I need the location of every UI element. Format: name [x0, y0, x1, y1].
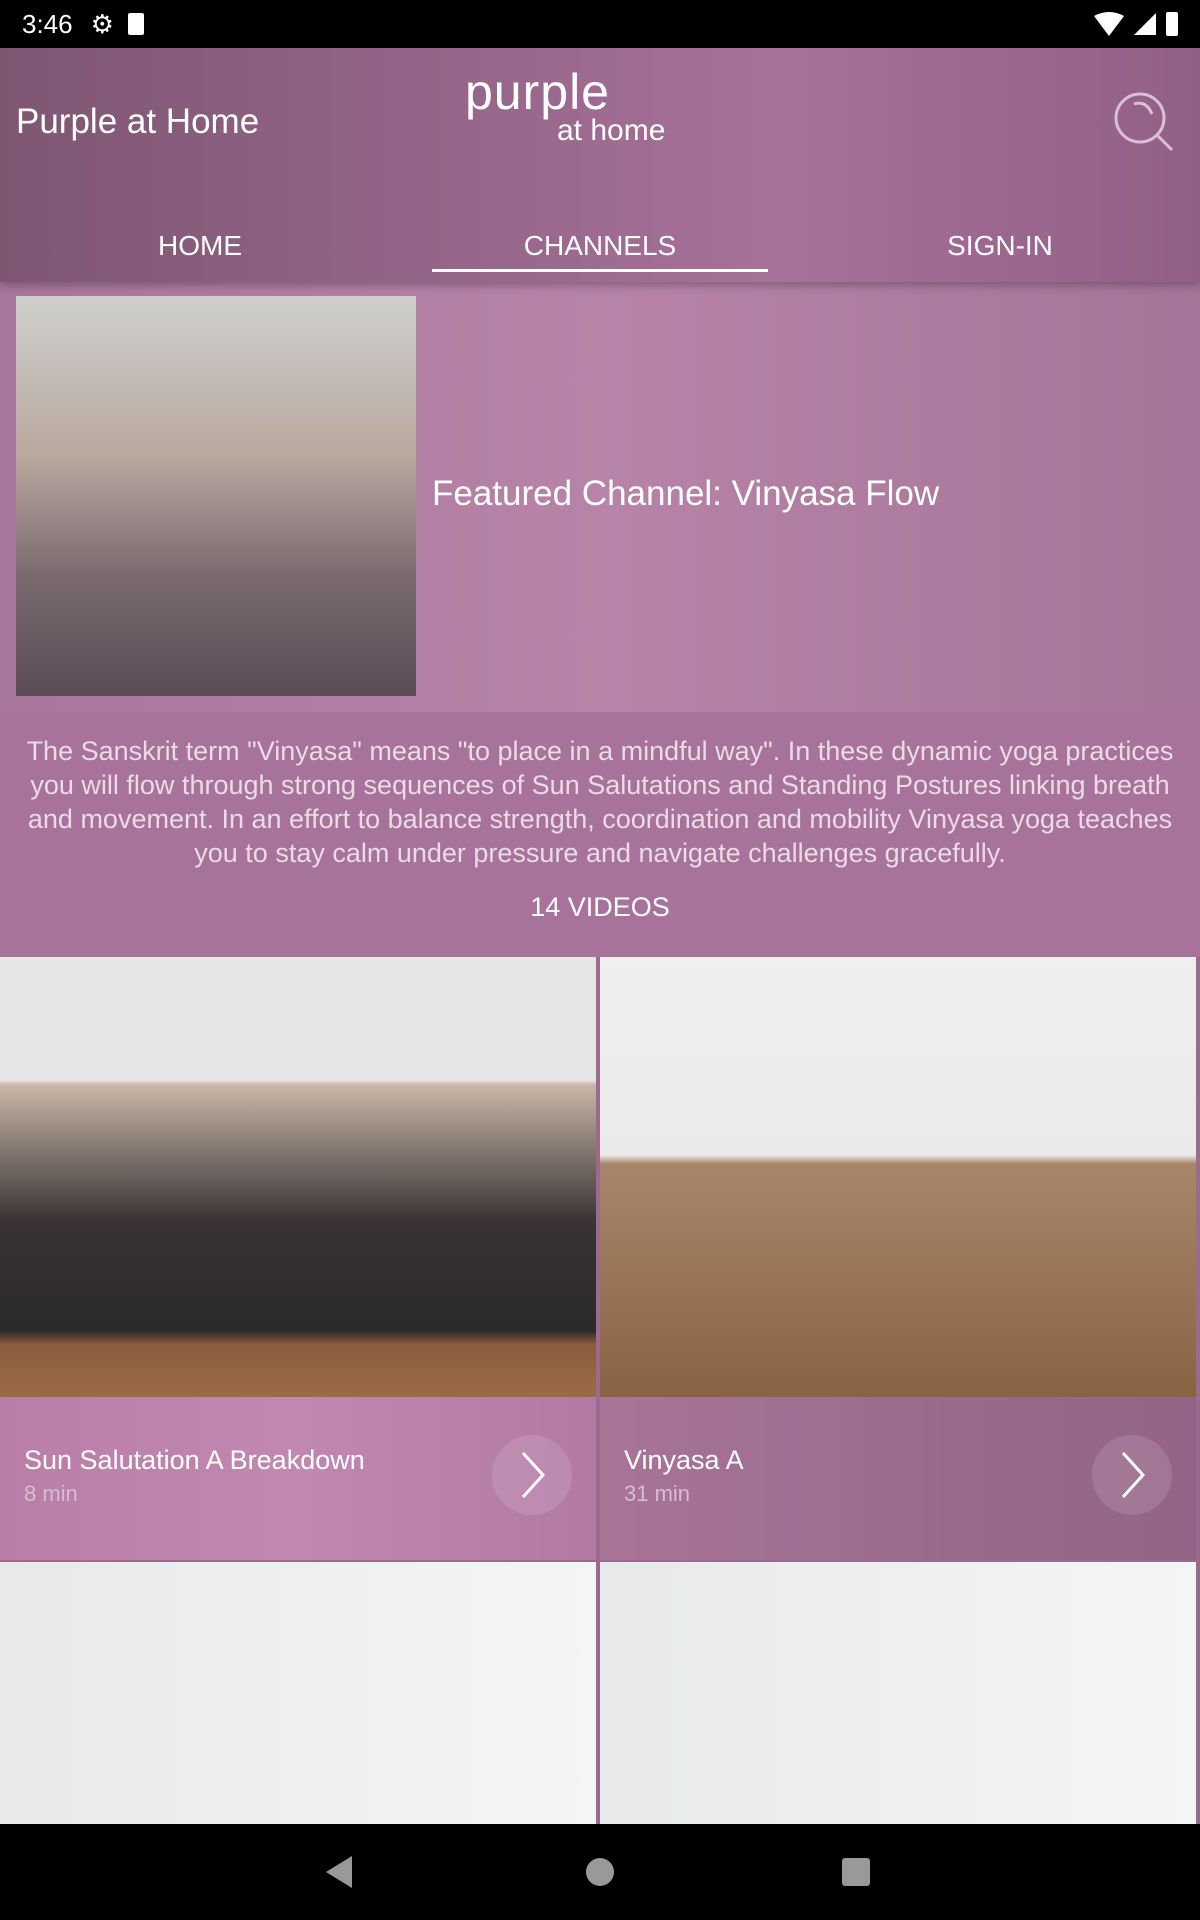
- gear-icon: ⚙: [90, 8, 114, 39]
- channel-description: The Sanskrit term "Vinyasa" means "to pl…: [0, 712, 1200, 957]
- chevron-right-icon[interactable]: [492, 1435, 572, 1515]
- tab-bar: HOME CHANNELS SIGN-IN: [0, 208, 1200, 282]
- video-count: 14 VIDEOS: [530, 892, 670, 922]
- video-duration: 8 min: [24, 1481, 78, 1506]
- tab-home[interactable]: HOME: [0, 208, 400, 282]
- video-thumbnail[interactable]: [0, 1562, 596, 1824]
- wifi-icon: [1094, 12, 1124, 36]
- app-title: Purple at Home: [16, 102, 260, 141]
- video-thumbnail[interactable]: [600, 1562, 1196, 1824]
- recents-icon[interactable]: [842, 1858, 870, 1886]
- sd-card-icon: [127, 13, 144, 35]
- status-bar: 3:46 ⚙: [0, 0, 1200, 48]
- search-icon[interactable]: [1112, 90, 1176, 154]
- battery-icon: [1166, 12, 1178, 36]
- featured-channel[interactable]: Featured Channel: Vinyasa Flow: [0, 282, 1200, 712]
- featured-channel-image[interactable]: [16, 296, 416, 696]
- signal-icon: [1134, 13, 1156, 35]
- clock: 3:46: [22, 8, 73, 39]
- video-card[interactable]: Vinyasa A 31 min: [600, 957, 1196, 1560]
- app-bar: Purple at Home purple at home HOME CHANNE…: [0, 48, 1200, 282]
- tab-sign-in[interactable]: SIGN-IN: [800, 208, 1200, 282]
- video-duration: 31 min: [624, 1481, 691, 1506]
- logo: purple at home: [465, 64, 666, 147]
- home-icon[interactable]: [586, 1858, 614, 1886]
- video-title: Sun Salutation A Breakdown: [24, 1445, 365, 1475]
- video-thumbnail[interactable]: [600, 957, 1196, 1397]
- description-text: The Sanskrit term "Vinyasa" means "to pl…: [26, 736, 1174, 868]
- tab-channels[interactable]: CHANNELS: [400, 208, 800, 282]
- featured-channel-title: Featured Channel: Vinyasa Flow: [432, 474, 940, 513]
- navigation-bar: [0, 1824, 1200, 1920]
- video-card[interactable]: Sun Salutation A Breakdown 8 min: [0, 957, 596, 1560]
- video-thumbnail[interactable]: [0, 957, 596, 1397]
- video-title: Vinyasa A: [624, 1445, 744, 1475]
- chevron-right-icon[interactable]: [1092, 1435, 1172, 1515]
- back-icon[interactable]: [326, 1856, 356, 1888]
